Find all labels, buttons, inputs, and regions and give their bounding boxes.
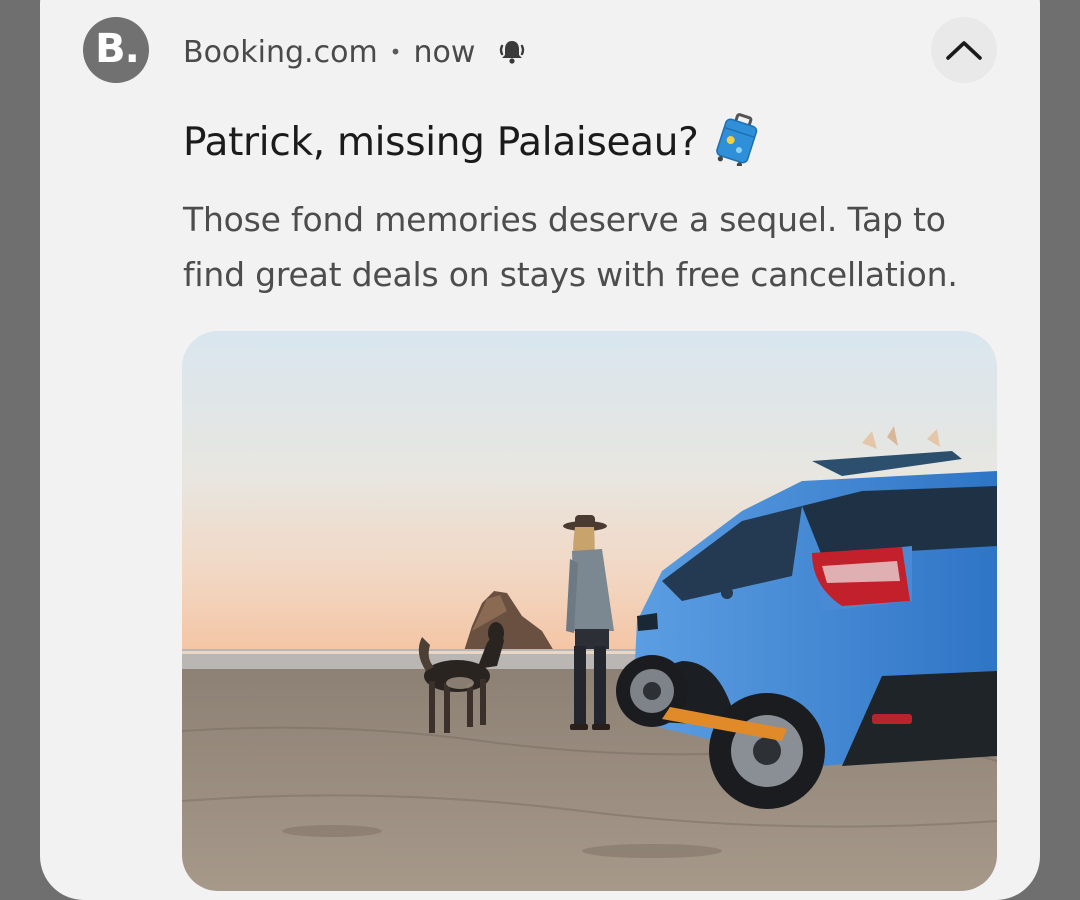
notification-header: Booking.com • now	[183, 30, 527, 74]
app-icon-letter: B.	[95, 26, 140, 72]
beach-car-dog-photo[interactable]	[182, 331, 997, 891]
notification-image	[182, 331, 997, 891]
bell-ringing-icon	[500, 41, 525, 64]
header-separator: •	[389, 40, 402, 64]
booking-app-icon: B.	[83, 17, 149, 83]
notification-time: now	[413, 34, 476, 70]
notification-title: Patrick, missing Palaiseau?	[183, 113, 761, 166]
notification-body: Those fond memories deserve a sequel. Ta…	[183, 200, 958, 294]
notification-title-text: Patrick, missing Palaiseau?	[183, 119, 699, 165]
collapse-button[interactable]	[931, 17, 997, 83]
suitcase-icon	[715, 113, 757, 166]
app-name: Booking.com	[183, 34, 378, 70]
chevron-up-icon	[946, 41, 982, 60]
